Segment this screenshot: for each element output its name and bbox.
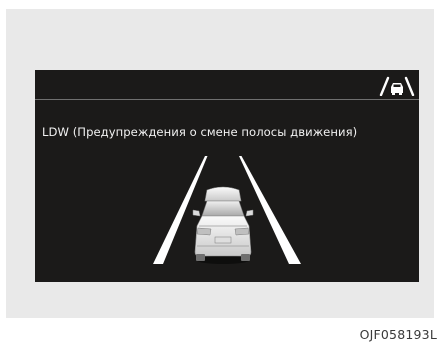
- lane-scene: [153, 156, 301, 264]
- figure-code: OJF058193L: [359, 327, 437, 342]
- cluster-display: LDW (Предупреждения о смене полосы движе…: [35, 70, 419, 282]
- car-icon: [192, 186, 254, 264]
